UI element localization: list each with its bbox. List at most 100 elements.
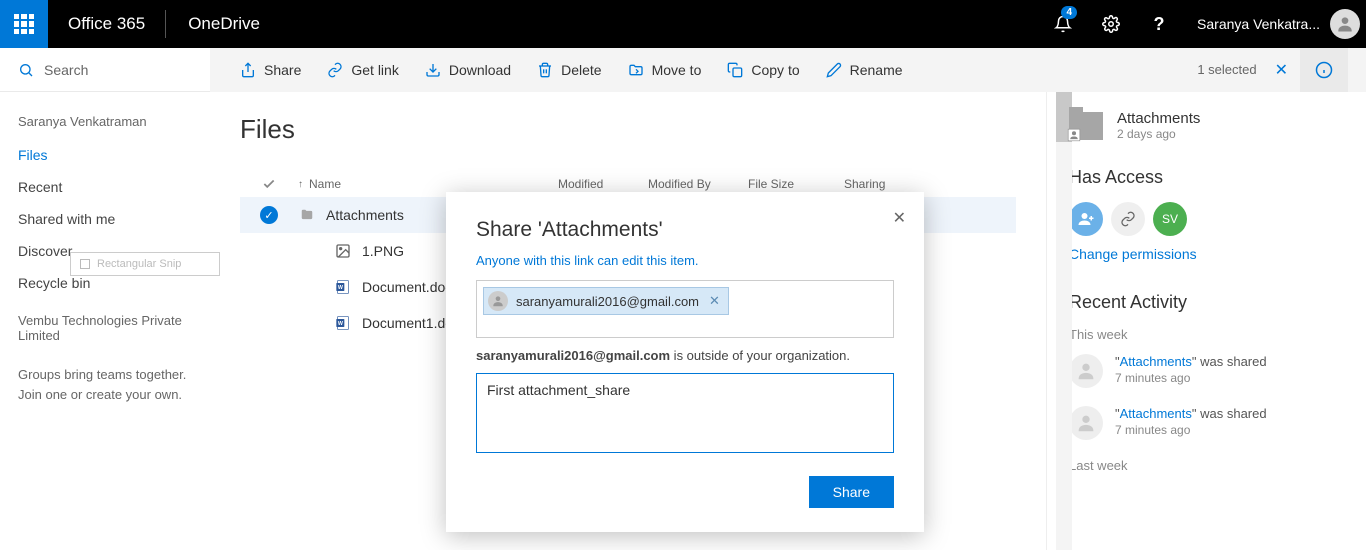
activity-time: 7 minutes ago	[1115, 371, 1267, 385]
nav-recent[interactable]: Recent	[0, 171, 210, 203]
link-icon	[327, 62, 343, 78]
row-name: Document.docx	[362, 279, 459, 295]
move-icon	[628, 62, 644, 78]
person-icon	[1075, 360, 1097, 382]
nav-footer-line2: Join one or create your own.	[18, 385, 192, 405]
info-icon	[1315, 61, 1333, 79]
trash-icon	[537, 62, 553, 78]
access-add-user[interactable]	[1069, 202, 1103, 236]
delete-label: Delete	[561, 62, 601, 78]
help-button[interactable]: ?	[1135, 0, 1183, 48]
chip-email: saranyamurali2016@gmail.com	[516, 294, 699, 309]
col-modifiedby[interactable]: Modified By	[648, 177, 748, 191]
access-avatars: SV	[1069, 202, 1344, 236]
command-area: Share Get link Download Delete Move to C…	[210, 48, 1366, 92]
delete-command[interactable]: Delete	[525, 48, 613, 92]
activity-section-title: Recent Activity	[1069, 292, 1344, 313]
edit-icon	[826, 62, 842, 78]
row-name: Attachments	[326, 207, 404, 223]
share-dialog: ✕ Share 'Attachments' Anyone with this l…	[446, 192, 924, 532]
link-settings-link[interactable]: Anyone with this link can edit this item…	[476, 253, 699, 268]
getlink-label: Get link	[351, 62, 398, 78]
dialog-close-button[interactable]: ✕	[893, 208, 906, 228]
search-icon	[18, 62, 34, 78]
gear-icon	[1102, 15, 1120, 33]
details-title: Attachments	[1117, 110, 1200, 127]
moveto-command[interactable]: Move to	[616, 48, 714, 92]
nav-groups-footer: Groups bring teams together. Join one or…	[0, 349, 210, 420]
col-modified[interactable]: Modified	[558, 177, 648, 191]
chip-remove[interactable]: ✕	[707, 293, 722, 309]
snip-overlay: Rectangular Snip	[70, 252, 220, 276]
add-person-icon	[1077, 210, 1095, 228]
getlink-command[interactable]: Get link	[315, 48, 410, 92]
waffle-icon	[14, 14, 34, 34]
access-user-sv[interactable]: SV	[1153, 202, 1187, 236]
command-bar: Share Get link Download Delete Move to C…	[0, 48, 1366, 92]
outside-org-note: saranyamurali2016@gmail.com is outside o…	[476, 348, 894, 363]
activity-avatar	[1069, 354, 1103, 388]
snip-icon	[79, 258, 91, 270]
word-file-icon: W	[334, 314, 352, 332]
search-box[interactable]	[0, 48, 210, 92]
snip-label: Rectangular Snip	[97, 258, 181, 270]
page-title: Files	[240, 114, 1016, 145]
brand-label[interactable]: Office 365	[48, 14, 165, 34]
activity-avatar	[1069, 406, 1103, 440]
nav-files[interactable]: Files	[0, 139, 210, 171]
person-icon	[1075, 412, 1097, 434]
clear-selection[interactable]: ✕	[1265, 60, 1298, 80]
dialog-title: Share 'Attachments'	[476, 218, 894, 242]
nav-footer-line1: Groups bring teams together.	[18, 365, 192, 385]
col-sharing[interactable]: Sharing	[844, 177, 924, 191]
activity-time: 7 minutes ago	[1115, 423, 1267, 437]
access-link[interactable]	[1111, 202, 1145, 236]
help-icon: ?	[1154, 14, 1165, 35]
activity-item: "Attachments" was shared 7 minutes ago	[1069, 354, 1344, 388]
activity-link[interactable]: Attachments	[1120, 406, 1192, 421]
nav-shared[interactable]: Shared with me	[0, 203, 210, 235]
download-command[interactable]: Download	[413, 48, 523, 92]
share-message-input[interactable]	[476, 373, 894, 453]
share-command[interactable]: Share	[228, 48, 313, 92]
global-header: Office 365 OneDrive 4 ? Saranya Venkatra…	[0, 0, 1366, 48]
share-submit-button[interactable]: Share	[809, 476, 894, 508]
settings-button[interactable]	[1087, 0, 1135, 48]
rename-command[interactable]: Rename	[814, 48, 915, 92]
main-scrollbar-track	[1056, 92, 1072, 550]
recipient-input[interactable]: saranyamurali2016@gmail.com ✕	[476, 280, 894, 338]
user-name: Saranya Venkatra...	[1197, 16, 1320, 32]
details-subtitle: 2 days ago	[1117, 127, 1200, 141]
share-icon	[240, 62, 256, 78]
image-file-icon	[334, 242, 352, 260]
copyto-command[interactable]: Copy to	[715, 48, 811, 92]
sort-asc-icon: ↑	[298, 179, 303, 190]
chip-avatar-icon	[488, 291, 508, 311]
share-label: Share	[264, 62, 301, 78]
folder-icon	[298, 206, 316, 224]
word-file-icon: W	[334, 278, 352, 296]
notification-badge: 4	[1061, 6, 1077, 19]
row-checked-icon[interactable]: ✓	[260, 206, 278, 224]
copyto-label: Copy to	[751, 62, 799, 78]
nav-org[interactable]: Vembu Technologies Private Limited	[0, 299, 210, 349]
copy-icon	[727, 62, 743, 78]
col-filesize[interactable]: File Size	[748, 177, 844, 191]
activity-lastweek: Last week	[1069, 458, 1344, 473]
activity-link[interactable]: Attachments	[1120, 354, 1192, 369]
link-icon	[1120, 211, 1136, 227]
moveto-label: Move to	[652, 62, 702, 78]
user-menu[interactable]: Saranya Venkatra...	[1183, 9, 1366, 39]
access-section-title: Has Access	[1069, 167, 1344, 188]
rename-label: Rename	[850, 62, 903, 78]
search-input[interactable]	[44, 62, 184, 78]
activity-item: "Attachments" was shared 7 minutes ago	[1069, 406, 1344, 440]
info-pane-toggle[interactable]	[1300, 48, 1348, 92]
notifications-button[interactable]: 4	[1039, 0, 1087, 48]
selection-count: 1 selected	[1191, 62, 1262, 77]
app-name[interactable]: OneDrive	[166, 14, 282, 34]
col-check[interactable]	[240, 177, 298, 191]
app-launcher[interactable]	[0, 0, 48, 48]
change-permissions-link[interactable]: Change permissions	[1069, 246, 1344, 262]
col-name[interactable]: ↑Name	[298, 177, 558, 191]
